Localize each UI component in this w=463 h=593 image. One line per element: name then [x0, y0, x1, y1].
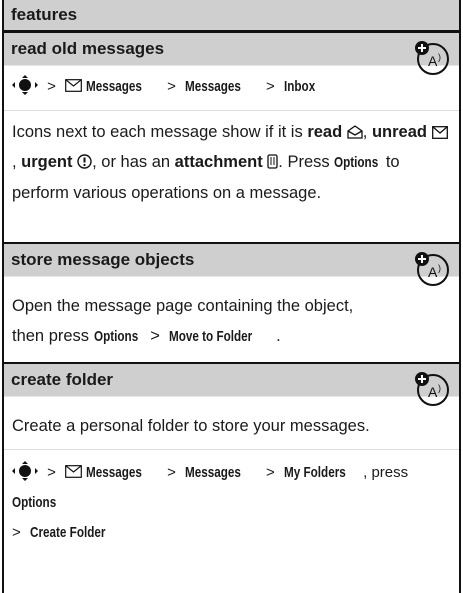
menu-path: > Messages > Messages > Inbox [12, 72, 451, 102]
section-store-message-objects: store message objects A ) Open the messa… [4, 244, 459, 364]
svg-text:): ) [438, 263, 441, 273]
menu-path: > Messages > Messages > My Folders, pres… [12, 458, 451, 518]
read-icon [347, 125, 363, 139]
attachment-icon [267, 154, 278, 169]
section-read-old-messages: read old messages A ) > Messages > Messa… [4, 33, 459, 244]
nav-key-icon [12, 461, 38, 481]
svg-text:A: A [428, 264, 438, 280]
network-service-icon: A ) [415, 372, 449, 406]
network-service-icon: A ) [415, 41, 449, 75]
table-header: features [4, 0, 459, 33]
header-title: features [11, 5, 78, 24]
section-title: create folder [4, 364, 459, 397]
nav-key-icon [12, 75, 38, 95]
read-description: Icons next to each message show if it is… [12, 117, 451, 208]
network-service-icon: A ) [415, 252, 449, 286]
svg-text:): ) [438, 52, 441, 62]
menu-path-continued: > Create Folder [12, 524, 106, 541]
features-table: features read old messages A ) > Message… [2, 0, 461, 593]
section-title: store message objects [4, 244, 459, 277]
svg-text:A: A [428, 384, 438, 400]
store-description: Open the message page containing the obj… [12, 297, 354, 345]
envelope-icon [65, 79, 83, 92]
svg-text:): ) [438, 383, 441, 393]
unread-icon [431, 126, 448, 139]
urgent-icon [77, 154, 92, 169]
section-title: read old messages [4, 33, 459, 66]
create-folder-description: Create a personal folder to store your m… [12, 417, 370, 435]
svg-text:A: A [428, 53, 438, 69]
envelope-icon [65, 465, 83, 478]
section-create-folder: create folder A ) Create a personal fold… [4, 364, 459, 591]
